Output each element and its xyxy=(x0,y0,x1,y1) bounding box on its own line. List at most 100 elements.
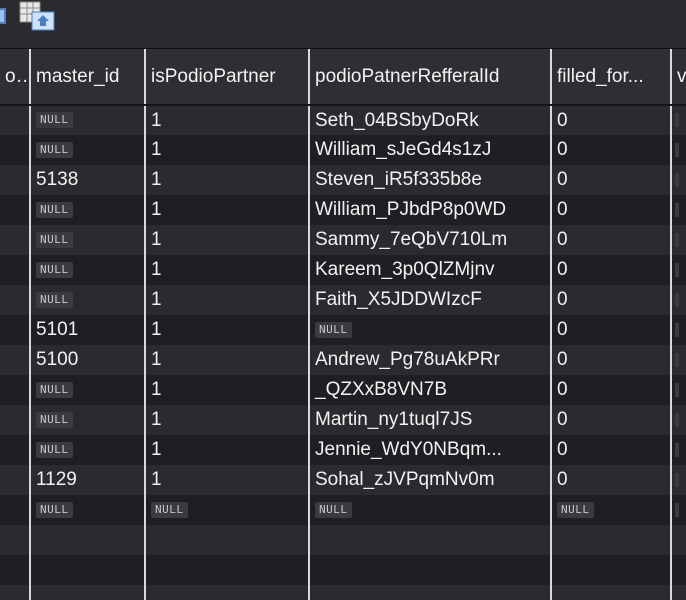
cell-filled-for[interactable]: 0 xyxy=(551,285,672,315)
cell-podioPatnerRefferalId[interactable]: _QZXxB8VN7B xyxy=(309,375,552,405)
cell-isPodioPartner[interactable]: 1 xyxy=(145,255,310,285)
cell-isPodioPartner[interactable]: 1 xyxy=(145,195,310,225)
cell-master-id[interactable]: NULL xyxy=(30,285,146,315)
cell-col5[interactable] xyxy=(671,105,686,135)
cell-master-id[interactable]: NULL xyxy=(30,405,146,435)
cell-podioPatnerRefferalId[interactable]: Sohal_zJVPqmNv0m xyxy=(309,465,552,495)
column-header-col5[interactable]: v xyxy=(671,49,686,106)
cell-isPodioPartner[interactable]: 1 xyxy=(145,165,310,195)
cell-col5[interactable] xyxy=(671,465,686,495)
cell-filled-for[interactable]: 0 xyxy=(551,165,672,195)
cell-master-id[interactable]: NULL xyxy=(30,105,146,135)
database-icon[interactable] xyxy=(0,0,8,30)
cell-col0[interactable] xyxy=(0,195,31,225)
cell-master-id[interactable]: NULL xyxy=(30,435,146,465)
cell-podioPatnerRefferalId[interactable]: William_PJbdP8p0WD xyxy=(309,195,552,225)
cell-col5[interactable] xyxy=(671,165,686,195)
column-header-podioPatnerRefferalId[interactable]: podioPatnerRefferalId xyxy=(309,49,552,106)
cell-col0[interactable] xyxy=(0,405,31,435)
cell-isPodioPartner[interactable]: 1 xyxy=(145,105,310,135)
cell-filled-for[interactable]: 0 xyxy=(551,315,672,345)
table-row[interactable]: NULL 1 Seth_04BSbyDoRk 0 xyxy=(0,105,686,135)
column-header-filled-for[interactable]: filled_for... xyxy=(551,49,672,106)
table-row[interactable]: 1129 1 Sohal_zJVPqmNv0m 0 xyxy=(0,465,686,495)
cell-col5[interactable] xyxy=(671,375,686,405)
table-row[interactable]: NULL 1 _QZXxB8VN7B 0 xyxy=(0,375,686,405)
cell-col5[interactable] xyxy=(671,255,686,285)
table-row[interactable]: NULL 1 Sammy_7eQbV710Lm 0 xyxy=(0,225,686,255)
table-row[interactable]: 5100 1 Andrew_Pg78uAkPRr 0 xyxy=(0,345,686,375)
cell-filled-for[interactable]: 0 xyxy=(551,105,672,135)
cell-col0[interactable] xyxy=(0,285,31,315)
cell-isPodioPartner[interactable]: 1 xyxy=(145,285,310,315)
cell-col0[interactable] xyxy=(0,435,31,465)
cell-podioPatnerRefferalId[interactable]: Jennie_WdY0NBqm... xyxy=(309,435,552,465)
cell-master-id[interactable]: NULL xyxy=(30,225,146,255)
cell-master-id[interactable]: NULL xyxy=(30,495,146,525)
cell-podioPatnerRefferalId[interactable]: Martin_ny1tuql7JS xyxy=(309,405,552,435)
cell-filled-for[interactable]: 0 xyxy=(551,225,672,255)
cell-isPodioPartner[interactable]: 1 xyxy=(145,225,310,255)
cell-col5[interactable] xyxy=(671,135,686,165)
cell-col5[interactable] xyxy=(671,285,686,315)
cell-isPodioPartner[interactable]: NULL xyxy=(145,495,310,525)
cell-filled-for[interactable]: 0 xyxy=(551,375,672,405)
cell-podioPatnerRefferalId[interactable]: NULL xyxy=(309,495,552,525)
results-grid[interactable]: o... master_id isPodioPartner podioPatnerRe… xyxy=(0,49,686,600)
cell-col5[interactable] xyxy=(671,405,686,435)
cell-isPodioPartner[interactable]: 1 xyxy=(145,345,310,375)
cell-podioPatnerRefferalId[interactable]: Faith_X5JDDWIzcF xyxy=(309,285,552,315)
cell-filled-for[interactable]: 0 xyxy=(551,345,672,375)
cell-master-id[interactable]: 1129 xyxy=(30,465,146,495)
cell-filled-for[interactable]: 0 xyxy=(551,135,672,165)
cell-podioPatnerRefferalId[interactable]: William_sJeGd4s1zJ xyxy=(309,135,552,165)
table-row[interactable]: NULL 1 William_sJeGd4s1zJ 0 xyxy=(0,135,686,165)
cell-master-id[interactable]: 5101 xyxy=(30,315,146,345)
cell-col5[interactable] xyxy=(671,195,686,225)
column-header-col0[interactable]: o... xyxy=(0,49,31,106)
column-header-isPodioPartner[interactable]: isPodioPartner xyxy=(145,49,310,106)
cell-filled-for[interactable]: NULL xyxy=(551,495,672,525)
table-row[interactable]: NULL NULL NULL NULL xyxy=(0,495,686,525)
cell-master-id[interactable]: 5100 xyxy=(30,345,146,375)
cell-podioPatnerRefferalId[interactable]: NULL xyxy=(309,315,552,345)
table-row[interactable]: 5138 1 Steven_iR5f335b8e 0 xyxy=(0,165,686,195)
cell-col0[interactable] xyxy=(0,225,31,255)
cell-master-id[interactable]: NULL xyxy=(30,255,146,285)
cell-col0[interactable] xyxy=(0,135,31,165)
cell-col0[interactable] xyxy=(0,495,31,525)
cell-isPodioPartner[interactable]: 1 xyxy=(145,315,310,345)
cell-master-id[interactable]: 5138 xyxy=(30,165,146,195)
cell-isPodioPartner[interactable]: 1 xyxy=(145,135,310,165)
table-row[interactable]: NULL 1 William_PJbdP8p0WD 0 xyxy=(0,195,686,225)
cell-podioPatnerRefferalId[interactable]: Steven_iR5f335b8e xyxy=(309,165,552,195)
cell-filled-for[interactable]: 0 xyxy=(551,255,672,285)
cell-master-id[interactable]: NULL xyxy=(30,195,146,225)
cell-podioPatnerRefferalId[interactable]: Sammy_7eQbV710Lm xyxy=(309,225,552,255)
cell-col0[interactable] xyxy=(0,105,31,135)
cell-col5[interactable] xyxy=(671,315,686,345)
cell-filled-for[interactable]: 0 xyxy=(551,195,672,225)
cell-master-id[interactable]: NULL xyxy=(30,135,146,165)
cell-isPodioPartner[interactable]: 1 xyxy=(145,435,310,465)
export-icon[interactable] xyxy=(18,0,56,32)
cell-master-id[interactable]: NULL xyxy=(30,375,146,405)
cell-isPodioPartner[interactable]: 1 xyxy=(145,405,310,435)
cell-filled-for[interactable]: 0 xyxy=(551,435,672,465)
cell-isPodioPartner[interactable]: 1 xyxy=(145,465,310,495)
table-row[interactable]: NULL 1 Martin_ny1tuql7JS 0 xyxy=(0,405,686,435)
cell-col0[interactable] xyxy=(0,375,31,405)
table-row[interactable]: NULL 1 Faith_X5JDDWIzcF 0 xyxy=(0,285,686,315)
table-row[interactable]: NULL 1 Kareem_3p0QlZMjnv 0 xyxy=(0,255,686,285)
table-row[interactable]: 5101 1 NULL 0 xyxy=(0,315,686,345)
cell-isPodioPartner[interactable]: 1 xyxy=(145,375,310,405)
cell-filled-for[interactable]: 0 xyxy=(551,405,672,435)
cell-col5[interactable] xyxy=(671,435,686,465)
cell-col0[interactable] xyxy=(0,465,31,495)
column-header-master-id[interactable]: master_id xyxy=(30,49,146,106)
cell-col0[interactable] xyxy=(0,315,31,345)
cell-podioPatnerRefferalId[interactable]: Seth_04BSbyDoRk xyxy=(309,105,552,135)
table-row[interactable]: NULL 1 Jennie_WdY0NBqm... 0 xyxy=(0,435,686,465)
cell-col5[interactable] xyxy=(671,345,686,375)
cell-col5[interactable] xyxy=(671,495,686,525)
